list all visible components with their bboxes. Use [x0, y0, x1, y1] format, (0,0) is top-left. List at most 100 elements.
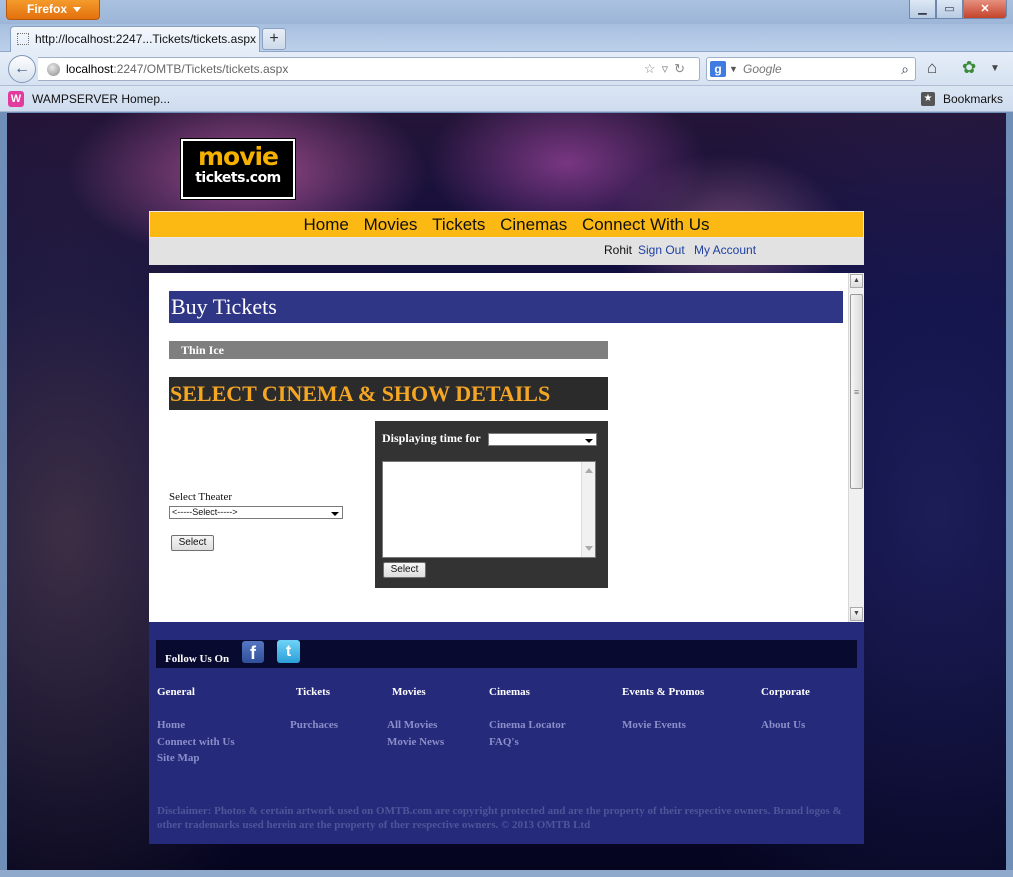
footer-col-tickets: Tickets Purchaces: [290, 686, 338, 734]
footer-heading: Corporate: [761, 686, 810, 698]
logo-line-2: tickets.com: [195, 170, 281, 186]
footer-link-movie-news[interactable]: Movie News: [387, 734, 444, 751]
bookmark-wampserver[interactable]: W WAMPSERVER Homep...: [8, 91, 170, 107]
footer-link-sitemap[interactable]: Site Map: [157, 750, 235, 767]
bookmarks-menu-button[interactable]: ★ Bookmarks: [920, 91, 1003, 107]
navigation-toolbar: localhost:2247/OMTB/Tickets/tickets.aspx…: [0, 52, 1013, 86]
scroll-down-icon[interactable]: [585, 546, 593, 551]
chevron-down-icon: [585, 439, 593, 443]
minimize-icon[interactable]: ▁: [909, 0, 936, 19]
site-logo[interactable]: movie tickets.com: [181, 139, 295, 199]
footer-link-connect[interactable]: Connect with Us: [157, 734, 235, 751]
window-titlebar: Firefox ▁ ▭ ✕: [0, 0, 1013, 24]
addon-icon[interactable]: ✿: [962, 58, 976, 78]
main-content: Buy Tickets Thin Ice SELECT CINEMA & SHO…: [149, 273, 864, 622]
menu-item-cinemas[interactable]: Cinemas: [495, 212, 572, 238]
footer-heading: Events & Promos: [622, 686, 705, 698]
logo-line-1: movie: [197, 142, 279, 171]
time-label: Displaying time for: [382, 431, 481, 445]
back-arrow-icon: ←: [14, 60, 30, 77]
footer-disclaimer: Disclaimer: Photos & certain artwork use…: [157, 805, 842, 831]
bookmarks-star-icon: ★: [920, 92, 935, 106]
theater-select[interactable]: <-----Select----->: [169, 506, 343, 519]
username: Rohit: [604, 243, 633, 257]
scroll-down-icon[interactable]: ▼: [850, 607, 863, 621]
scroll-up-icon[interactable]: [585, 468, 593, 473]
show-time-panel: Displaying time for Select: [375, 421, 608, 588]
window-frame: [0, 870, 1013, 877]
footer-link-about[interactable]: About Us: [761, 717, 810, 734]
follow-bar: Follow Us On f t: [156, 640, 857, 668]
page-icon: [17, 33, 29, 45]
chevron-down-icon[interactable]: ▼: [729, 58, 738, 80]
search-icon[interactable]: ⌕: [901, 58, 909, 80]
google-icon: g: [710, 61, 726, 77]
content-scrollbar[interactable]: ▲ ≡ ▼: [848, 273, 864, 622]
chevron-down-icon: [73, 7, 81, 12]
footer-link-cinema-locator[interactable]: Cinema Locator: [489, 717, 566, 734]
scroll-up-icon[interactable]: ▲: [850, 274, 863, 288]
menu-item-connect[interactable]: Connect With Us: [577, 212, 715, 238]
my-account-link[interactable]: My Account: [694, 238, 756, 263]
select-theater-button[interactable]: Select: [171, 535, 214, 551]
chevron-down-icon[interactable]: ▼: [990, 63, 1000, 74]
firefox-menu-button[interactable]: Firefox: [6, 0, 100, 20]
footer-col-general: General Home Connect with Us Site Map: [157, 686, 235, 767]
history-dropdown-icon[interactable]: ▿: [662, 61, 675, 76]
select-time-button[interactable]: Select: [383, 562, 426, 578]
menu-item-movies[interactable]: Movies: [359, 212, 423, 238]
theater-select-value: <-----Select----->: [172, 507, 238, 517]
follow-label: Follow Us On: [165, 653, 230, 665]
show-date-select[interactable]: [488, 433, 597, 446]
footer-link-faqs[interactable]: FAQ's: [489, 734, 566, 751]
footer-link-home[interactable]: Home: [157, 717, 235, 734]
footer-col-corporate: Corporate About Us: [761, 686, 810, 734]
globe-icon: [47, 63, 60, 76]
user-bar: Rohit Sign Out My Account: [149, 238, 864, 265]
page-title: Buy Tickets: [169, 291, 843, 323]
firefox-menu-label: Firefox: [27, 2, 68, 16]
bookmark-star-icon[interactable]: ☆: [644, 61, 662, 76]
list-scrollbar[interactable]: [581, 462, 595, 557]
bookmarks-label: Bookmarks: [942, 92, 1003, 106]
footer-col-events: Events & Promos Movie Events: [622, 686, 704, 734]
new-tab-button[interactable]: +: [262, 28, 286, 50]
home-icon[interactable]: ⌂: [927, 58, 937, 78]
tab-strip: http://localhost:2247...Tickets/tickets.…: [0, 24, 1013, 52]
main-menu: Home Movies Tickets Cinemas Connect With…: [149, 211, 864, 238]
chevron-down-icon: [331, 512, 339, 516]
footer-heading: Cinemas: [489, 686, 530, 698]
footer-heading: Tickets: [296, 686, 331, 698]
footer-heading: General: [157, 686, 195, 698]
maximize-icon[interactable]: ▭: [936, 0, 963, 19]
page-viewport: movie tickets.com Home Movies Tickets Ci…: [7, 113, 1006, 870]
site-footer: Follow Us On f t General Home Connect wi…: [149, 622, 864, 844]
tab-tickets[interactable]: http://localhost:2247...Tickets/tickets.…: [10, 26, 260, 52]
url-path: :2247/OMTB/Tickets/tickets.aspx: [113, 62, 289, 76]
sign-out-link[interactable]: Sign Out: [638, 238, 685, 263]
footer-link-purchases[interactable]: Purchaces: [290, 717, 338, 734]
footer-heading: Movies: [392, 686, 426, 698]
url-host: localhost: [66, 62, 114, 76]
bookmarks-toolbar: W WAMPSERVER Homep... ★ Bookmarks: [0, 86, 1013, 112]
show-time-list[interactable]: [382, 461, 596, 558]
twitter-icon[interactable]: t: [277, 640, 300, 663]
close-icon[interactable]: ✕: [963, 0, 1007, 19]
menu-item-tickets[interactable]: Tickets: [427, 212, 490, 238]
url-bar[interactable]: localhost:2247/OMTB/Tickets/tickets.aspx…: [38, 57, 700, 81]
footer-col-movies: Movies All Movies Movie News: [387, 686, 444, 750]
tab-title: http://localhost:2247...Tickets/tickets.…: [35, 32, 256, 46]
bookmark-label: WAMPSERVER Homep...: [32, 92, 171, 106]
footer-link-all-movies[interactable]: All Movies: [387, 717, 444, 734]
menu-item-home[interactable]: Home: [298, 212, 353, 238]
window-controls: ▁ ▭ ✕: [909, 0, 1007, 19]
url-actions: ☆▿↻: [644, 58, 691, 80]
search-placeholder: Google: [743, 62, 782, 76]
reload-icon[interactable]: ↻: [674, 61, 691, 76]
scroll-thumb[interactable]: ≡: [850, 294, 863, 489]
movie-title: Thin Ice: [169, 341, 608, 359]
facebook-icon[interactable]: f: [242, 641, 264, 663]
search-input[interactable]: g ▼ Google ⌕: [706, 57, 916, 81]
back-button[interactable]: ←: [8, 55, 36, 83]
footer-link-movie-events[interactable]: Movie Events: [622, 717, 704, 734]
